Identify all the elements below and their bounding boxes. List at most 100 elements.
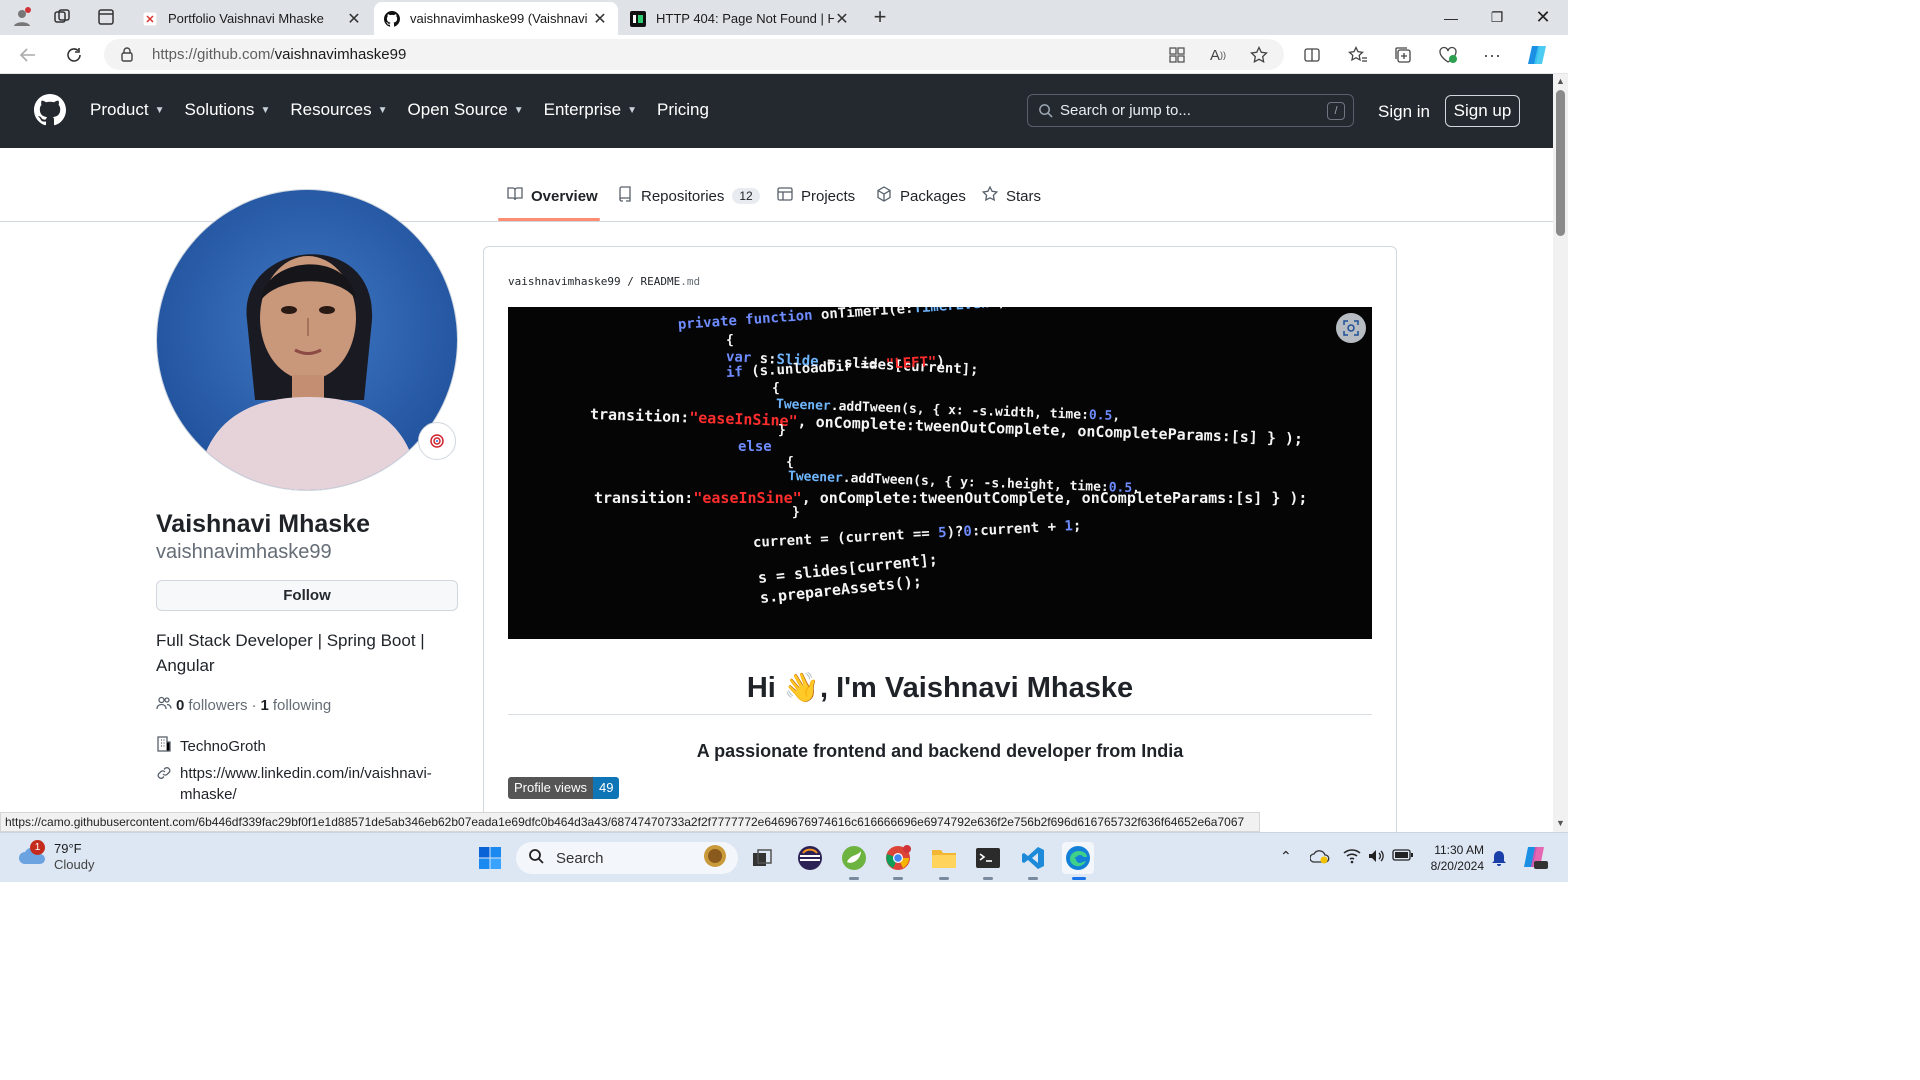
more-options-icon[interactable]: ··· [1480, 43, 1504, 67]
taskbar-search[interactable]: Search [516, 842, 738, 874]
back-icon[interactable] [16, 43, 40, 67]
avatar[interactable] [156, 189, 458, 491]
scroll-down-icon[interactable]: ▼ [1556, 818, 1565, 828]
readme-file-link[interactable]: README.md [640, 275, 700, 288]
followers-link[interactable]: 0 followers [176, 697, 248, 714]
split-screen-icon[interactable] [1300, 43, 1324, 67]
system-clock[interactable]: 11:30 AM 8/20/2024 [1424, 842, 1484, 874]
search-highlight-icon [702, 843, 728, 873]
tab-overview[interactable]: Overview [507, 186, 598, 206]
profile-views-badge[interactable]: Profile views 49 [508, 777, 620, 799]
tab-title: Portfolio Vaishnavi Mhaske [168, 11, 324, 26]
page-scrollbar[interactable]: ▲ ▼ [1553, 74, 1568, 832]
menu-product[interactable]: Product ▼ [90, 100, 165, 120]
readme-owner-link[interactable]: vaishnavimhaske99 [508, 275, 621, 288]
close-tab-icon[interactable]: ✕ [592, 9, 608, 29]
code-line: } [792, 505, 800, 520]
menu-pricing[interactable]: Pricing [657, 100, 709, 120]
tab-repositories[interactable]: Repositories 12 [617, 186, 760, 206]
notification-bell-icon[interactable] [1491, 848, 1507, 869]
tab-packages[interactable]: Packages [876, 186, 966, 206]
menu-open-source[interactable]: Open Source ▼ [408, 100, 524, 120]
following-link[interactable]: 1 following [261, 697, 332, 714]
chevron-down-icon: ▼ [260, 104, 271, 116]
menu-enterprise[interactable]: Enterprise ▼ [544, 100, 637, 120]
task-view-icon[interactable] [746, 842, 778, 874]
github-main-menu: Product ▼ Solutions ▼ Resources ▼ Open Sour… [90, 100, 729, 120]
weather-alert-badge: 1 [30, 840, 45, 855]
lock-icon[interactable] [120, 46, 134, 67]
eclipse-app-icon[interactable] [794, 842, 826, 874]
url-field[interactable]: https://github.com/vaishnavimhaske99 [104, 39, 1284, 70]
github-logo-icon[interactable] [34, 94, 66, 131]
edge-app-icon[interactable] [1062, 842, 1094, 874]
status-target-icon[interactable] [418, 422, 456, 460]
close-tab-icon[interactable]: ✕ [346, 9, 362, 29]
maximize-icon[interactable]: ❐ [1474, 0, 1520, 35]
search-icon [1038, 103, 1053, 122]
vscode-app-icon[interactable] [1017, 842, 1049, 874]
package-icon [876, 186, 892, 206]
url-text: https://github.com/vaishnavimhaske99 [152, 46, 407, 63]
onedrive-warning-icon[interactable] [1309, 848, 1330, 867]
favorite-star-icon[interactable] [1247, 43, 1271, 67]
collections-icon[interactable] [1391, 43, 1415, 67]
tab-stars[interactable]: Stars [981, 185, 1041, 206]
readme-heading: Hi 👋, I'm Vaishnavi Mhaske [746, 672, 1134, 704]
show-hidden-icons-icon[interactable]: ⌃ [1280, 848, 1292, 865]
spring-tool-app-icon[interactable] [838, 842, 870, 874]
cloudy-weather-icon: 1 [18, 840, 46, 870]
follow-button[interactable]: Follow [156, 580, 458, 611]
profile-icon[interactable] [10, 6, 34, 28]
chrome-app-icon[interactable] [882, 842, 914, 874]
sign-up-button[interactable]: Sign up [1445, 95, 1520, 127]
tab-actions-icon[interactable] [94, 6, 118, 28]
search-shortcut-key: / [1327, 102, 1345, 120]
browser-tab-github[interactable]: vaishnavimhaske99 (Vaishnavi Mhaske) ✕ [374, 2, 618, 35]
refresh-icon[interactable] [62, 43, 86, 67]
code-line: transition:"easeInSine", onComplete:twee… [594, 489, 1308, 507]
profile-name: Vaishnavi Mhaske [156, 510, 371, 538]
minimize-icon[interactable]: — [1428, 0, 1474, 35]
menu-solutions[interactable]: Solutions ▼ [185, 100, 271, 120]
new-tab-icon[interactable]: + [868, 4, 892, 29]
start-icon[interactable] [474, 842, 506, 874]
running-indicator [1028, 877, 1038, 880]
weather-widget[interactable]: 1 79°F Cloudy [18, 840, 94, 873]
link-icon [156, 765, 172, 787]
hack-favicon-icon [630, 10, 646, 27]
read-aloud-icon[interactable]: A)) [1206, 43, 1230, 67]
wifi-icon[interactable] [1343, 848, 1361, 867]
code-banner-image[interactable]: private function onTimer1(e:TimerEvent):… [508, 307, 1372, 639]
scroll-thumb[interactable] [1556, 90, 1565, 236]
close-tab-icon[interactable]: ✕ [834, 9, 850, 29]
code-line: { [772, 381, 780, 396]
running-indicator [939, 877, 949, 880]
browser-tab-portfolio[interactable]: Portfolio Vaishnavi Mhaske ✕ [132, 2, 372, 35]
windows-taskbar: 1 79°F Cloudy Search ⌃ 11:30 AM 8/20/202… [0, 832, 1568, 882]
terminal-app-icon[interactable] [972, 842, 1004, 874]
code-line: else [738, 439, 772, 455]
running-indicator [849, 877, 859, 880]
organization: TechnoGroth [156, 736, 266, 756]
repo-icon [617, 186, 633, 206]
browser-essentials-icon[interactable] [1436, 43, 1460, 67]
sign-in-link[interactable]: Sign in [1378, 102, 1430, 122]
menu-resources[interactable]: Resources ▼ [290, 100, 387, 120]
scroll-up-icon[interactable]: ▲ [1556, 76, 1565, 86]
visual-search-icon[interactable] [1336, 313, 1366, 343]
github-search-input[interactable]: Search or jump to... / [1027, 94, 1354, 127]
browser-tab-hackernews[interactable]: HTTP 404: Page Not Found | Hack ✕ [620, 2, 860, 35]
copilot-taskbar-icon[interactable] [1522, 844, 1548, 873]
tab-projects[interactable]: Projects [777, 186, 855, 206]
file-explorer-icon[interactable] [928, 842, 960, 874]
copilot-icon[interactable] [1526, 43, 1550, 67]
battery-icon[interactable] [1392, 848, 1414, 865]
favorites-icon[interactable] [1346, 43, 1370, 67]
volume-icon[interactable] [1367, 848, 1385, 867]
close-window-icon[interactable]: ✕ [1520, 0, 1566, 35]
code-line: } [778, 423, 786, 438]
app-available-icon[interactable] [1165, 43, 1189, 67]
workspaces-icon[interactable] [50, 6, 74, 28]
linkedin-link[interactable]: https://www.linkedin.com/in/vaishnavi-mh… [180, 763, 450, 805]
